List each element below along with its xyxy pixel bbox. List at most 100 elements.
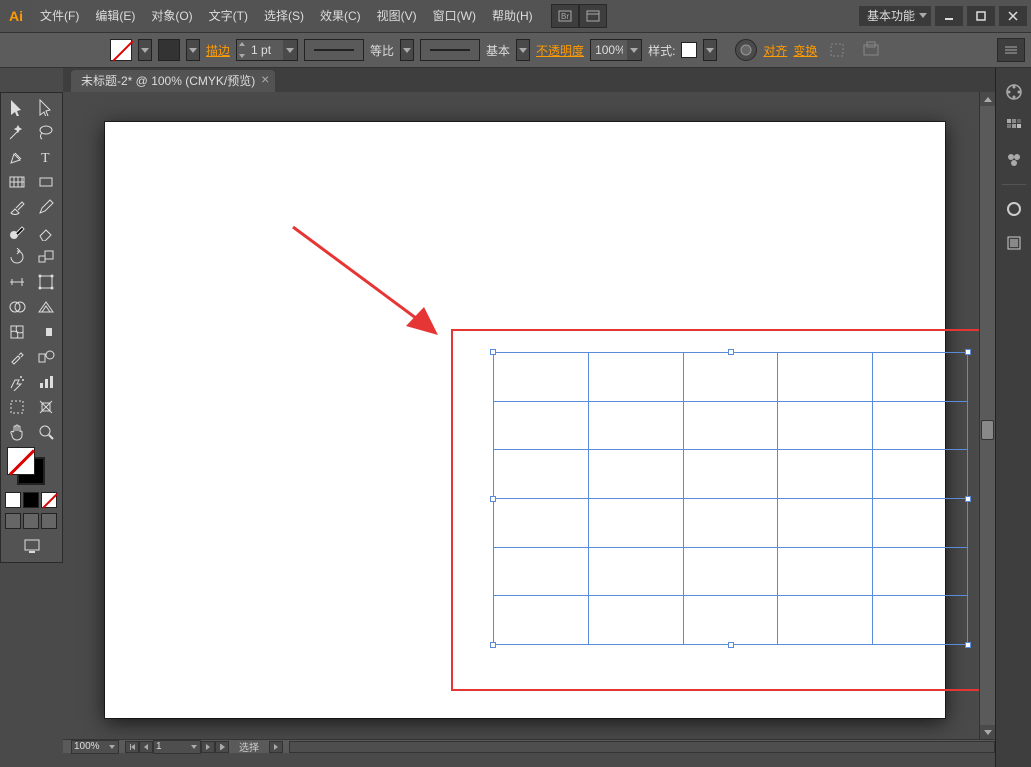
color-mode-gradient[interactable] [23,492,39,508]
document-tab[interactable]: 未标题-2* @ 100% (CMYK/预览) × [71,70,275,92]
workspace-switcher[interactable]: 基本功能 [859,6,931,26]
perspective-grid-tool[interactable] [32,295,60,319]
scale-tool[interactable] [32,245,60,269]
color-mode-none[interactable] [41,492,57,508]
slice-tool[interactable] [32,395,60,419]
profile-dd[interactable] [400,39,414,61]
recolor-artwork-icon[interactable] [735,39,757,61]
stroke-weight-field[interactable] [247,40,283,60]
opacity-dd[interactable] [627,40,641,60]
free-transform-tool[interactable] [32,270,60,294]
selection-handle[interactable] [965,642,971,648]
stroke-link[interactable]: 描边 [206,42,230,59]
eraser-tool[interactable] [32,220,60,244]
artboard-index-field[interactable] [154,741,188,753]
rectangular-grid-object[interactable] [493,352,968,645]
shape-builder-tool[interactable] [3,295,31,319]
bridge-icon[interactable]: Br [551,4,579,28]
draw-normal-icon[interactable] [5,513,21,529]
arrange-docs-icon[interactable] [579,4,607,28]
opacity-field[interactable] [591,40,627,60]
rectangular-grid-tool[interactable] [3,170,31,194]
lasso-tool[interactable] [32,120,60,144]
gradient-tool[interactable] [32,320,60,344]
scroll-thumb[interactable] [981,420,994,440]
stroke-weight-input[interactable] [236,39,298,61]
graphic-style-dd[interactable] [703,39,717,61]
symbols-panel-icon[interactable] [1000,146,1028,174]
color-guide-panel-icon[interactable] [1000,112,1028,140]
paintbrush-tool[interactable] [3,195,31,219]
variable-width-profile[interactable] [304,39,364,61]
blob-brush-tool[interactable] [3,220,31,244]
menu-effect[interactable]: 效果(C) [312,0,369,32]
symbol-sprayer-tool[interactable] [3,370,31,394]
menu-window[interactable]: 窗口(W) [425,0,484,32]
selection-handle[interactable] [490,349,496,355]
brush-dd[interactable] [516,39,530,61]
screen-mode-icon[interactable] [20,534,44,558]
stroke-swatch[interactable] [158,39,180,61]
control-bar-menu-icon[interactable] [997,38,1025,62]
graphic-style-swatch[interactable] [681,42,697,58]
draw-inside-icon[interactable] [41,513,57,529]
width-tool[interactable] [3,270,31,294]
selection-handle[interactable] [728,349,734,355]
selection-handle[interactable] [490,642,496,648]
selection-tool[interactable] [3,95,31,119]
status-dd-icon[interactable] [269,741,283,753]
menu-view[interactable]: 视图(V) [369,0,425,32]
color-mode-solid[interactable] [5,492,21,508]
align-link[interactable]: 对齐 [763,42,787,59]
menu-file[interactable]: 文件(F) [32,0,87,32]
edit-clip-icon[interactable] [857,38,885,62]
selection-handle[interactable] [490,496,496,502]
stroke-weight-dd[interactable] [283,40,297,60]
close-button[interactable] [999,6,1027,26]
last-artboard-icon[interactable] [215,741,229,753]
scroll-down-icon[interactable] [980,725,995,739]
zoom-level-input[interactable] [71,740,119,754]
fill-swatch-dd[interactable] [138,39,152,61]
appearance-panel-icon[interactable] [1000,229,1028,257]
horizontal-scrollbar[interactable] [289,741,995,753]
menu-type[interactable]: 文字(T) [201,0,256,32]
menu-edit[interactable]: 编辑(E) [87,0,143,32]
eyedropper-tool[interactable] [3,345,31,369]
menu-help[interactable]: 帮助(H) [484,0,541,32]
selection-handle[interactable] [728,642,734,648]
transform-link[interactable]: 变换 [793,42,817,59]
direct-selection-tool[interactable] [32,95,60,119]
close-tab-icon[interactable]: × [259,74,271,86]
isolate-group-icon[interactable] [823,38,851,62]
next-artboard-icon[interactable] [201,741,215,753]
opacity-input[interactable] [590,39,642,61]
hand-tool[interactable] [3,420,31,444]
menu-select[interactable]: 选择(S) [256,0,312,32]
pencil-tool[interactable] [32,195,60,219]
fill-stroke-control[interactable] [3,445,60,489]
magic-wand-tool[interactable] [3,120,31,144]
rectangle-tool[interactable] [32,170,60,194]
color-panel-icon[interactable] [1000,78,1028,106]
mesh-tool[interactable] [3,320,31,344]
scroll-up-icon[interactable] [980,92,995,106]
draw-behind-icon[interactable] [23,513,39,529]
type-tool[interactable]: T [32,145,60,169]
column-graph-tool[interactable] [32,370,60,394]
stroke-swatch-dd[interactable] [186,39,200,61]
pen-tool[interactable] [3,145,31,169]
zoom-tool[interactable] [32,420,60,444]
maximize-button[interactable] [967,6,995,26]
menu-object[interactable]: 对象(O) [143,0,200,32]
prev-artboard-icon[interactable] [139,741,153,753]
rotate-tool[interactable] [3,245,31,269]
selection-handle[interactable] [965,496,971,502]
vertical-scrollbar[interactable] [979,92,995,739]
stroke-panel-icon[interactable] [1000,195,1028,223]
minimize-button[interactable] [935,6,963,26]
blend-tool[interactable] [32,345,60,369]
selection-handle[interactable] [965,349,971,355]
zoom-field[interactable] [72,741,106,753]
artboard-tool[interactable] [3,395,31,419]
